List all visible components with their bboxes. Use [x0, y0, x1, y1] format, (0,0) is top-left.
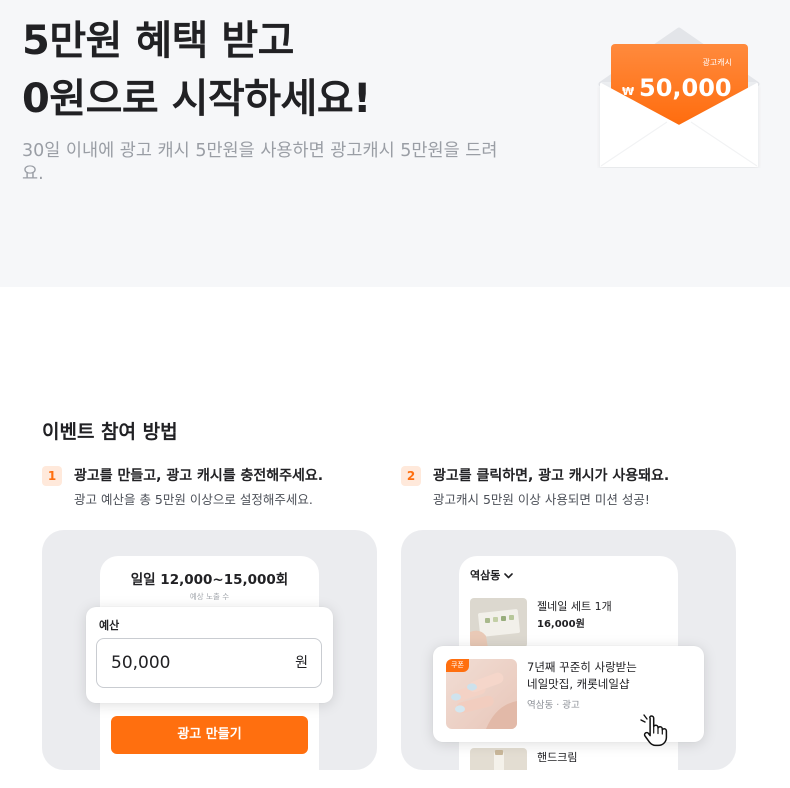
location-label: 역삼동: [470, 569, 501, 582]
impressions-estimate: 일일 12,000~15,000회: [130, 572, 289, 588]
step-title: 광고를 만들고, 광고 캐시를 충전해주세요.: [74, 468, 324, 484]
envelope-icon: 광고캐시 ₩ 50,000: [598, 27, 760, 167]
ad-title-line-2: 네일맛집, 캐롯네일샵: [527, 677, 630, 691]
step-number-badge: 1: [42, 466, 62, 486]
hand-pointer-icon: [640, 714, 668, 747]
envelope-amount: 50,000: [639, 74, 732, 102]
budget-unit: 원: [295, 655, 308, 671]
step-2: 2 광고를 클릭하면, 광고 캐시가 사용돼요. 광고캐시 5만원 이상 사용되…: [401, 465, 731, 511]
budget-field: 50,000 원: [96, 638, 322, 688]
item-thumbnail: [470, 748, 527, 770]
budget-panel: 예산 50,000 원: [86, 607, 333, 703]
hero-subtitle: 30일 이내에 광고 캐시 5만원을 사용하면 광고캐시 5만원을 드려요.: [22, 141, 498, 184]
hero-title: 5만원 혜택 받고 0원으로 시작하세요!: [22, 12, 371, 128]
impressions-caption: 예상 노출 수: [189, 592, 230, 601]
section-title: 이벤트 참여 방법: [42, 421, 178, 443]
hero-title-line-2: 0원으로 시작하세요!: [22, 76, 371, 122]
ad-thumbnail: 쿠폰: [446, 659, 517, 729]
location-selector: 역삼동: [470, 568, 514, 583]
envelope-label: 광고캐시: [703, 57, 732, 67]
item-price: 16,000원: [537, 619, 585, 630]
chevron-down-icon: [504, 573, 514, 579]
create-ad-preview-card: 일일 12,000~15,000회 예상 노출 수 예산 50,000 원 광고…: [42, 530, 377, 770]
hero-title-line-1: 5만원 혜택 받고: [22, 18, 294, 64]
budget-label: 예산: [99, 619, 120, 632]
hand-cream-image: [470, 748, 527, 770]
step-title: 광고를 클릭하면, 광고 캐시가 사용돼요.: [433, 468, 670, 484]
hero-banner: 5만원 혜택 받고 0원으로 시작하세요! 30일 이내에 광고 캐시 5만원을…: [0, 0, 790, 287]
item-title: 핸드크림: [537, 751, 578, 764]
item-thumbnail: [470, 598, 527, 648]
nail-set-image: [470, 598, 527, 648]
step-number-badge: 2: [401, 466, 421, 486]
item-title: 젤네일 세트 1개: [537, 600, 612, 613]
step-description: 광고캐시 5만원 이상 사용되면 미션 성공!: [433, 492, 650, 507]
create-ad-button: 광고 만들기: [111, 716, 308, 754]
ad-meta: 역삼동 · 광고: [527, 700, 580, 711]
budget-value: 50,000: [111, 653, 171, 673]
coupon-badge: 쿠폰: [446, 659, 469, 672]
ad-title-line-1: 7년째 꾸준히 사랑받는: [527, 660, 637, 674]
step-1: 1 광고를 만들고, 광고 캐시를 충전해주세요. 광고 예산을 총 5만원 이…: [42, 465, 372, 511]
click-ad-preview-card: 역삼동 젤네일 세트 1개 16,000원 핸드크림 쿠폰 7년째 꾸준히 사랑…: [401, 530, 736, 770]
step-description: 광고 예산을 총 5만원 이상으로 설정해주세요.: [74, 492, 313, 507]
